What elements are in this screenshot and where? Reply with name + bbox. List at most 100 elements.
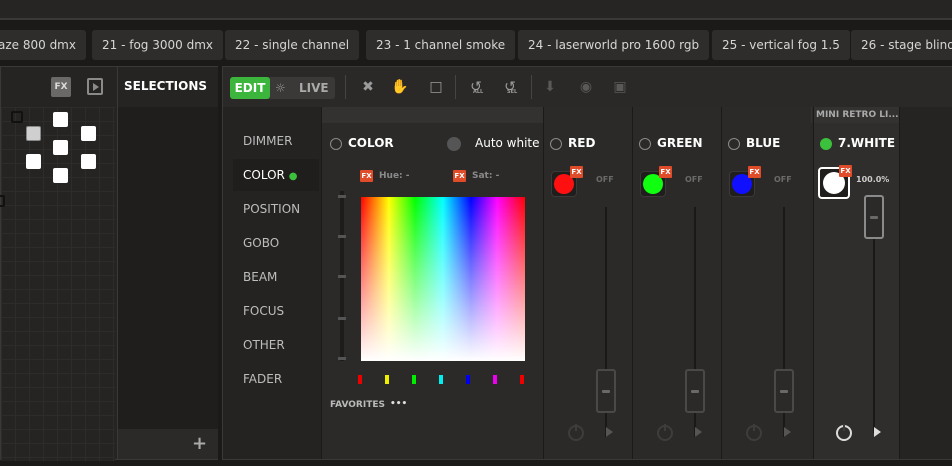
snapshot-button[interactable]: ◉ bbox=[575, 76, 597, 98]
blue-radio[interactable] bbox=[728, 138, 740, 150]
fixture-cell[interactable] bbox=[81, 126, 96, 141]
tab-fixture-26[interactable]: 26 - stage blinde bbox=[851, 30, 952, 60]
color-picker[interactable] bbox=[361, 197, 525, 361]
fx-badge[interactable]: FX bbox=[748, 166, 761, 178]
nav-position[interactable]: POSITION bbox=[233, 193, 319, 225]
active-dot-icon: ● bbox=[288, 171, 298, 182]
green-encoder[interactable] bbox=[657, 424, 673, 441]
fx-toggle-button[interactable]: FX bbox=[51, 77, 71, 97]
record-button[interactable]: ▣ bbox=[609, 76, 631, 98]
select-area-button[interactable]: □ bbox=[425, 76, 447, 98]
channel-blue: BLUE FX OFF bbox=[721, 107, 811, 459]
grid-handle[interactable] bbox=[0, 195, 5, 207]
white-play-icon[interactable] bbox=[874, 427, 881, 437]
channel-green: GREEN FX OFF bbox=[632, 107, 721, 459]
clear-fixture-button[interactable]: ✖ bbox=[357, 76, 379, 98]
color-title: COLOR bbox=[348, 136, 394, 150]
channel-red: RED FX OFF bbox=[543, 107, 632, 459]
camera-icon: ◉ bbox=[579, 79, 593, 95]
fixture-layout-panel: FX SELECTIONS + bbox=[0, 66, 218, 461]
fx-badge[interactable]: FX bbox=[570, 166, 583, 178]
nav-gobo[interactable]: GOBO bbox=[233, 227, 319, 259]
live-mode-button[interactable]: LIVE bbox=[299, 77, 329, 99]
selections-title: SELECTIONS bbox=[124, 79, 208, 93]
tab-fixture-21[interactable]: 21 - fog 3000 dmx bbox=[92, 30, 223, 60]
locate-button[interactable]: ✋ bbox=[389, 76, 411, 98]
top-bar bbox=[0, 0, 952, 20]
tab-fixture-25[interactable]: 25 - vertical fog 1.5 bbox=[712, 30, 850, 60]
preset-blue[interactable] bbox=[466, 375, 470, 384]
white-radio[interactable] bbox=[820, 138, 832, 150]
fixture-cell[interactable] bbox=[26, 126, 41, 141]
green-radio[interactable] bbox=[639, 138, 651, 150]
group-header-mini-retro: MINI RETRO LI... bbox=[814, 107, 899, 123]
red-play-icon[interactable] bbox=[606, 427, 613, 437]
grid-handle[interactable] bbox=[11, 111, 23, 123]
preset-yellow[interactable] bbox=[385, 375, 389, 384]
nav-focus[interactable]: FOCUS bbox=[233, 295, 319, 327]
fixture-cell[interactable] bbox=[53, 112, 68, 127]
tab-fixture-23[interactable]: 23 - 1 channel smoke bbox=[366, 30, 516, 60]
fx-badge[interactable]: FX bbox=[659, 166, 672, 178]
nav-color[interactable]: COLOR ● bbox=[233, 159, 319, 191]
fx-badge[interactable]: FX bbox=[360, 170, 373, 182]
hue-readout: Hue: - bbox=[379, 171, 410, 181]
tab-fixture-24[interactable]: 24 - laserworld pro 1600 rgb bbox=[518, 30, 710, 60]
fixture-cell[interactable] bbox=[81, 154, 96, 169]
fixture-cell[interactable] bbox=[53, 168, 68, 183]
speaker-x-icon: ✖ bbox=[362, 79, 374, 95]
favorites-more-button[interactable]: ••• bbox=[390, 399, 407, 409]
white-slider-track[interactable] bbox=[873, 239, 875, 433]
selection-box-icon: □ bbox=[429, 79, 443, 95]
red-fader-knob[interactable] bbox=[596, 369, 616, 413]
tab-fixture-22[interactable]: 22 - single channel bbox=[225, 30, 360, 60]
green-name: GREEN bbox=[657, 136, 703, 150]
green-play-icon[interactable] bbox=[695, 427, 702, 437]
edit-mode-button[interactable]: EDIT bbox=[230, 77, 270, 99]
white-fader-knob[interactable] bbox=[864, 195, 884, 239]
color-radio[interactable] bbox=[330, 138, 342, 150]
add-selection-button[interactable]: + bbox=[192, 433, 207, 454]
color-column: GENERIC COLOR Auto white FX Hue: - FX Sa… bbox=[321, 107, 812, 459]
red-encoder[interactable] bbox=[568, 424, 584, 441]
blue-play-icon[interactable] bbox=[784, 427, 791, 437]
preset-red[interactable] bbox=[358, 375, 362, 384]
fx-badge[interactable]: FX bbox=[839, 165, 852, 177]
undo-selection-label: SEL bbox=[507, 89, 518, 95]
blue-encoder[interactable] bbox=[746, 424, 762, 441]
favorites-label: FAVORITES bbox=[330, 400, 385, 410]
white-value: 100.0% bbox=[856, 175, 890, 184]
red-radio[interactable] bbox=[550, 138, 562, 150]
nav-fader[interactable]: FADER bbox=[233, 363, 319, 395]
blue-name: BLUE bbox=[746, 136, 781, 150]
nav-other[interactable]: OTHER bbox=[233, 329, 319, 361]
import-button[interactable]: ⬇ bbox=[539, 76, 561, 98]
white-encoder[interactable] bbox=[836, 424, 852, 441]
nav-dimmer[interactable]: DIMMER bbox=[233, 125, 319, 157]
green-fader-knob[interactable] bbox=[685, 369, 705, 413]
auto-white-label: Auto white bbox=[475, 136, 540, 150]
preset-red-end[interactable] bbox=[520, 375, 524, 384]
attribute-nav: DIMMER COLOR ● POSITION GOBO BEAM FOCUS … bbox=[223, 107, 321, 459]
record-icon: ▣ bbox=[613, 79, 627, 95]
selections-column: SELECTIONS + bbox=[117, 67, 218, 459]
nav-beam[interactable]: BEAM bbox=[233, 261, 319, 293]
empty-column bbox=[899, 107, 952, 459]
download-icon: ⬇ bbox=[544, 79, 556, 95]
green-value: OFF bbox=[685, 175, 703, 184]
nav-color-label: COLOR bbox=[243, 168, 285, 182]
auto-white-toggle[interactable] bbox=[447, 137, 461, 151]
editor-toolbar: EDIT ☼ LIVE ✖ ✋ □ ↺ ALL ↺ SEL ⬇ ◉ ▣ bbox=[223, 67, 952, 107]
fixture-cell[interactable] bbox=[26, 154, 41, 169]
fixture-editor-panel: EDIT ☼ LIVE ✖ ✋ □ ↺ ALL ↺ SEL ⬇ ◉ ▣ DIMM… bbox=[222, 66, 952, 460]
play-panel-button[interactable] bbox=[87, 78, 103, 95]
fixture-grid[interactable] bbox=[0, 107, 115, 461]
preset-magenta[interactable] bbox=[493, 375, 497, 384]
blue-fader-knob[interactable] bbox=[774, 369, 794, 413]
preset-green[interactable] bbox=[412, 375, 416, 384]
tab-fixture-20[interactable]: aze 800 dmx bbox=[0, 30, 86, 60]
eye-slash-icon: ☼ bbox=[275, 81, 286, 95]
fixture-cell[interactable] bbox=[53, 140, 68, 155]
fx-badge[interactable]: FX bbox=[453, 170, 466, 182]
preset-cyan[interactable] bbox=[439, 375, 443, 384]
